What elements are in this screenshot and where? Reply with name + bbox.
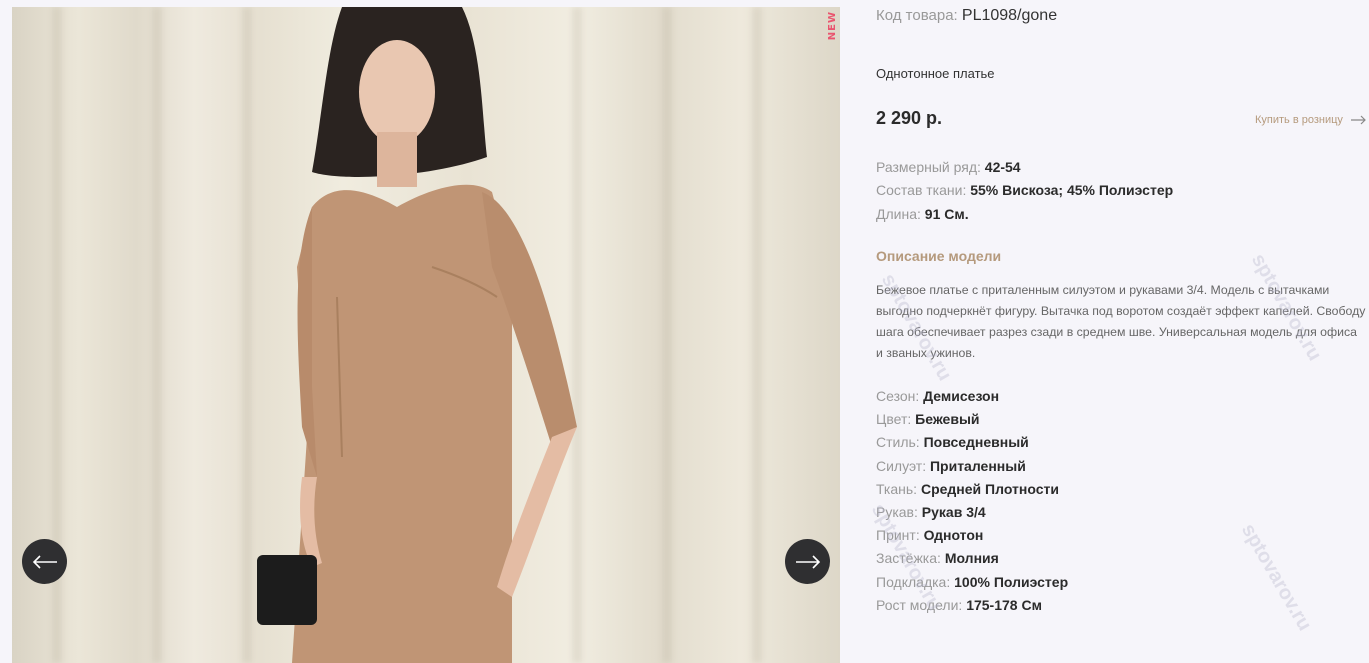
attr-label: Стиль: bbox=[876, 434, 920, 450]
arrow-left-icon bbox=[32, 554, 57, 569]
attr-value: 100% Полиэстер bbox=[954, 574, 1069, 590]
attr-row: Подкладка: 100% Полиэстер bbox=[876, 574, 1068, 590]
attr-label: Рукав: bbox=[876, 504, 918, 520]
gallery-next-button[interactable] bbox=[785, 539, 830, 584]
attr-label: Цвет: bbox=[876, 411, 912, 427]
attr-row: Цвет: Бежевый bbox=[876, 411, 980, 427]
new-badge: NEW bbox=[827, 11, 838, 41]
arrow-right-icon bbox=[1350, 115, 1366, 125]
attr-row: Рост модели: 175-178 См bbox=[876, 597, 1042, 613]
product-price: 2 290 р. bbox=[876, 108, 943, 128]
attr-row: Сезон: Демисезон bbox=[876, 388, 999, 404]
attr-value: Однотон bbox=[923, 527, 984, 543]
attr-row: Силуэт: Приталенный bbox=[876, 458, 1026, 474]
product-info: Код товара: PL1098/gone Однотонное плать… bbox=[867, 0, 1369, 663]
arrow-right-icon bbox=[795, 554, 820, 569]
attr-value: Рукав 3/4 bbox=[921, 504, 986, 520]
length: Длина: 91 См. bbox=[876, 206, 969, 222]
size-range: Размерный ряд: 42-54 bbox=[876, 159, 1021, 175]
sku-value: PL1098/gone bbox=[961, 7, 1058, 24]
attr-row: Ткань: Средней Плотности bbox=[876, 481, 1059, 497]
attr-row: Рукав: Рукав 3/4 bbox=[876, 504, 986, 520]
attr-value: Средней Плотности bbox=[920, 481, 1059, 497]
attr-label: Подкладка: bbox=[876, 574, 951, 590]
attr-value: 175-178 См bbox=[966, 597, 1042, 613]
size-label: Размерный ряд: bbox=[876, 159, 981, 175]
product-gallery: NEW bbox=[12, 7, 840, 663]
size-value: 42-54 bbox=[984, 159, 1021, 175]
length-label: Длина: bbox=[876, 206, 921, 222]
fabric-value: 55% Вискоза; 45% Полиэстер bbox=[970, 182, 1174, 198]
product-description: Бежевое платье с приталенным силуэтом и … bbox=[876, 283, 1366, 360]
description-title: Описание модели bbox=[876, 248, 1002, 264]
attr-row: Застёжка: Молния bbox=[876, 550, 999, 566]
attr-value: Демисезон bbox=[923, 388, 1000, 404]
gallery-prev-button[interactable] bbox=[22, 539, 67, 584]
length-value: 91 См. bbox=[924, 206, 969, 222]
attr-label: Сезон: bbox=[876, 388, 920, 404]
attr-label: Рост модели: bbox=[876, 597, 963, 613]
attr-row: Принт: Однотон bbox=[876, 527, 983, 543]
fabric-label: Состав ткани: bbox=[876, 182, 967, 198]
product-photo bbox=[257, 7, 577, 663]
attr-row: Стиль: Повседневный bbox=[876, 434, 1029, 450]
attr-label: Силуэт: bbox=[876, 458, 927, 474]
sku-label: Код товара: bbox=[876, 7, 958, 24]
watermark: sptovarov.ru bbox=[1236, 520, 1316, 635]
attr-value: Приталенный bbox=[929, 458, 1026, 474]
product-name: Однотонное платье bbox=[876, 66, 995, 81]
sku: Код товара: PL1098/gone bbox=[876, 7, 1057, 25]
attr-label: Ткань: bbox=[876, 481, 918, 497]
attr-label: Застёжка: bbox=[876, 550, 941, 566]
attr-value: Повседневный bbox=[923, 434, 1029, 450]
retail-link-label: Купить в розницу bbox=[1255, 114, 1343, 126]
retail-link[interactable]: Купить в розницу bbox=[1255, 114, 1367, 126]
fabric-composition: Состав ткани: 55% Вискоза; 45% Полиэстер bbox=[876, 182, 1173, 198]
attr-label: Принт: bbox=[876, 527, 920, 543]
attr-value: Бежевый bbox=[915, 411, 980, 427]
attr-value: Молния bbox=[944, 550, 999, 566]
